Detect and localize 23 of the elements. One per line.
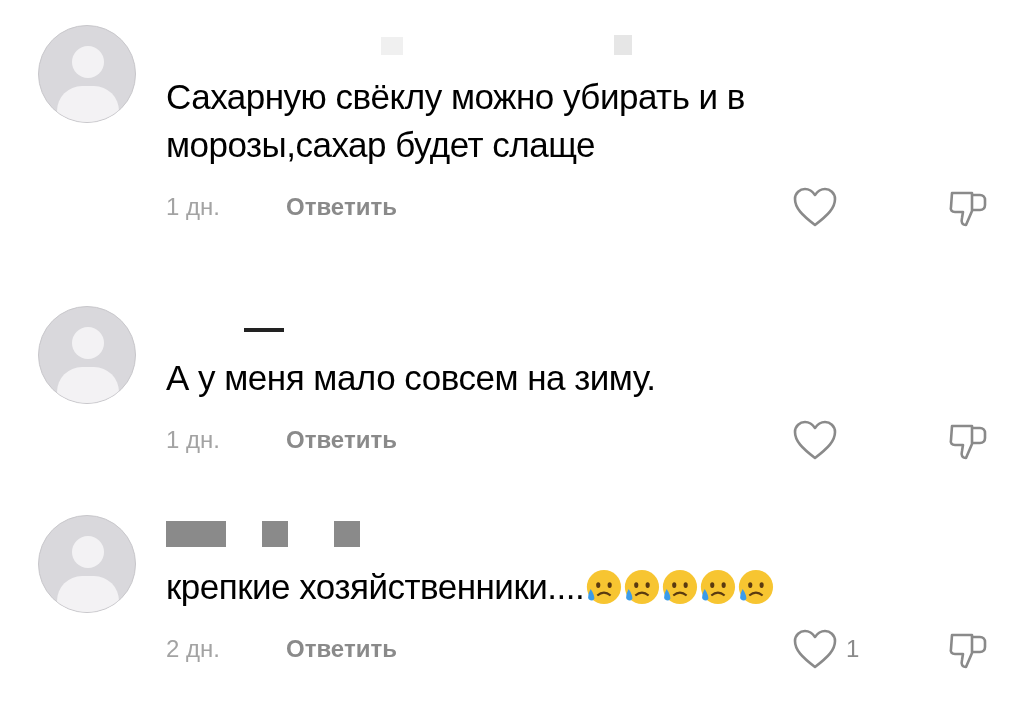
comment-time: 1 дн. [166,425,221,455]
reply-link[interactable]: Ответить [286,422,397,458]
comment-text: крепкие хозяйственники.... [166,566,585,608]
heart-icon [792,419,838,461]
comment-time: 2 дн. [166,634,221,664]
sad-face-icon [698,568,737,606]
sad-face-icon [622,568,661,606]
comment-text: А у меня мало совсем на зиму. [166,357,656,399]
redaction-mark [262,521,288,547]
heart-icon [792,628,838,670]
redaction-mark [614,35,632,55]
like-button[interactable]: 1 [792,628,902,670]
reply-link[interactable]: Ответить [286,189,397,225]
sad-face-icon [584,568,623,606]
redaction-mark [334,521,360,547]
heart-icon [792,186,838,228]
sad-face-icon [660,568,699,606]
sad-face-icon [736,568,775,606]
comment-text: Сахарную свёклу можно убирать и в морозы,сахар будет слаще [166,76,746,166]
redaction-mark [166,521,226,547]
redaction-mark [244,328,284,332]
reply-link[interactable]: Ответить [286,631,397,667]
comment-time: 1 дн. [166,192,221,222]
